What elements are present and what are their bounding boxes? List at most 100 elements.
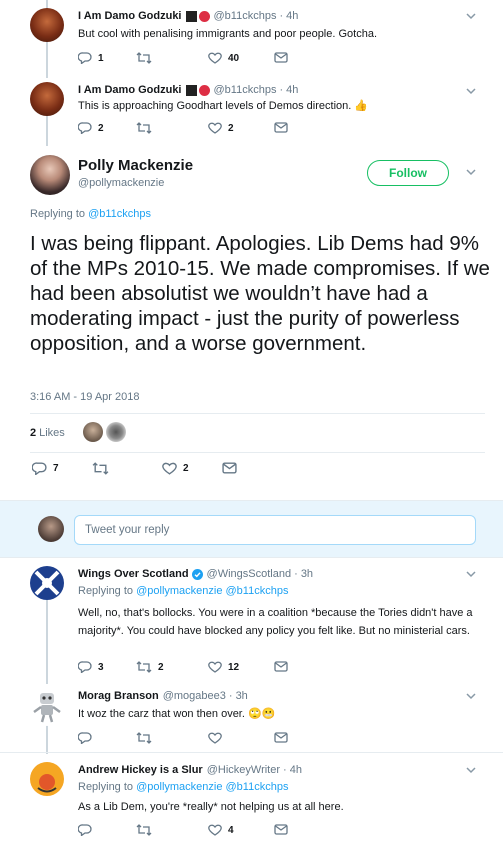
- message-button[interactable]: [222, 462, 237, 474]
- envelope-icon: [274, 122, 288, 133]
- chevron-down-icon[interactable]: [466, 169, 476, 176]
- avatar[interactable]: [30, 566, 64, 600]
- chevron-down-icon[interactable]: [466, 767, 476, 774]
- reply-button[interactable]: [78, 824, 92, 836]
- reply-button[interactable]: 1: [78, 52, 104, 64]
- tweet-time[interactable]: · 3h: [294, 568, 313, 580]
- liker-avatar[interactable]: [83, 422, 103, 442]
- tweet-time[interactable]: · 3h: [229, 690, 248, 702]
- reply-count: 7: [53, 463, 59, 474]
- message-button[interactable]: [274, 824, 288, 835]
- replying-to: Replying to @pollymackenzie @b11ckchps: [78, 781, 288, 793]
- user-handle[interactable]: @mogabee3: [163, 690, 226, 702]
- tweet-timestamp[interactable]: 3:16 AM - 19 Apr 2018: [30, 391, 139, 403]
- reply-icon: [78, 661, 92, 673]
- reply-input[interactable]: Tweet your reply: [74, 515, 476, 545]
- liker-avatar[interactable]: [106, 422, 126, 442]
- retweet-button[interactable]: 2: [136, 661, 164, 673]
- reply-icon: [78, 52, 92, 64]
- avatar[interactable]: [30, 762, 64, 796]
- follow-label: Follow: [389, 166, 427, 180]
- square-emoji-icon: [185, 10, 197, 22]
- user-handle[interactable]: @HickeyWriter: [207, 764, 280, 776]
- heart-icon: [208, 661, 222, 673]
- user-name[interactable]: I Am Damo Godzuki: [78, 84, 182, 96]
- reply-button[interactable]: 7: [32, 462, 59, 475]
- tweet-text: As a Lib Dem, you're *really* not helpin…: [78, 801, 344, 813]
- author-name[interactable]: Polly Mackenzie: [78, 157, 193, 174]
- follow-button[interactable]: Follow: [367, 160, 449, 186]
- avatar[interactable]: [30, 155, 70, 195]
- reply-icon: [32, 462, 47, 475]
- retweet-button[interactable]: [92, 462, 109, 475]
- retweet-button[interactable]: [136, 732, 152, 744]
- likes-count: 2: [30, 427, 37, 439]
- like-button[interactable]: 40: [208, 52, 239, 64]
- message-button[interactable]: [274, 732, 288, 743]
- message-button[interactable]: [274, 52, 288, 63]
- replying-prefix: Replying to: [78, 585, 137, 597]
- orange-logo-icon: [37, 774, 57, 793]
- tweet-text: It woz the carz that won then over. 🙄😬: [78, 708, 276, 720]
- retweet-button[interactable]: [136, 52, 158, 64]
- like-button[interactable]: [208, 732, 222, 744]
- retweet-icon: [136, 732, 152, 744]
- divider: [0, 752, 503, 753]
- tweet-time[interactable]: · 4h: [279, 10, 298, 22]
- message-button[interactable]: [274, 122, 288, 133]
- avatar[interactable]: [30, 8, 64, 42]
- main-tweet-text: I was being flippant. Apologies. Lib Dem…: [30, 232, 490, 355]
- user-handle[interactable]: @b11ckchps: [214, 10, 277, 22]
- robot-icon: [33, 693, 61, 723]
- envelope-icon: [274, 824, 288, 835]
- divider: [30, 452, 485, 453]
- heart-icon: [208, 732, 222, 744]
- user-name[interactable]: I Am Damo Godzuki: [78, 10, 182, 22]
- heart-icon: [208, 122, 222, 134]
- reply-button[interactable]: 2: [78, 122, 104, 134]
- verified-badge-icon: [191, 568, 203, 580]
- chevron-down-icon[interactable]: [466, 13, 476, 20]
- thread-connector: [46, 112, 48, 146]
- retweet-icon: [92, 462, 109, 475]
- replying-handles[interactable]: @pollymackenzie @b11ckchps: [136, 781, 288, 793]
- like-button[interactable]: 12: [208, 661, 239, 673]
- chevron-down-icon[interactable]: [466, 571, 476, 578]
- heart-icon: [208, 824, 222, 836]
- like-button[interactable]: 2: [162, 462, 189, 475]
- chevron-down-icon[interactable]: [466, 88, 476, 95]
- retweet-icon: [136, 52, 152, 64]
- tweet-header: Wings Over Scotland @WingsScotland · 3h: [78, 568, 313, 580]
- tweet-time[interactable]: · 4h: [279, 84, 298, 96]
- like-count: 2: [228, 122, 234, 134]
- user-name[interactable]: Morag Branson: [78, 690, 159, 702]
- reply-composer: Tweet your reply: [0, 500, 503, 558]
- retweet-button[interactable]: [136, 122, 158, 134]
- heart-icon: [208, 52, 222, 64]
- tweet-time[interactable]: · 4h: [283, 764, 302, 776]
- user-name[interactable]: Andrew Hickey is a Slur: [78, 764, 203, 776]
- like-count: 40: [228, 52, 240, 64]
- retweet-count: 2: [158, 661, 164, 673]
- divider: [30, 413, 485, 414]
- reply-button[interactable]: [78, 732, 92, 744]
- like-button[interactable]: 2: [208, 122, 234, 134]
- replying-handle[interactable]: @b11ckchps: [88, 208, 151, 220]
- user-name[interactable]: Wings Over Scotland: [78, 568, 189, 580]
- replying-handles[interactable]: @pollymackenzie @b11ckchps: [136, 585, 288, 597]
- user-handle[interactable]: @b11ckchps: [214, 84, 277, 96]
- like-button[interactable]: 4: [208, 824, 234, 836]
- reply-button[interactable]: 3: [78, 661, 104, 673]
- likes-summary[interactable]: 2 Likes: [30, 427, 65, 439]
- replying-prefix: Replying to: [78, 781, 137, 793]
- my-avatar[interactable]: [38, 516, 64, 542]
- retweet-icon: [136, 824, 152, 836]
- chevron-down-icon[interactable]: [466, 693, 476, 700]
- envelope-icon: [274, 52, 288, 63]
- avatar[interactable]: [30, 82, 64, 116]
- author-handle[interactable]: @pollymackenzie: [78, 177, 164, 189]
- retweet-button[interactable]: [136, 824, 152, 836]
- avatar[interactable]: [28, 688, 66, 726]
- message-button[interactable]: [274, 661, 288, 672]
- user-handle[interactable]: @WingsScotland: [207, 568, 292, 580]
